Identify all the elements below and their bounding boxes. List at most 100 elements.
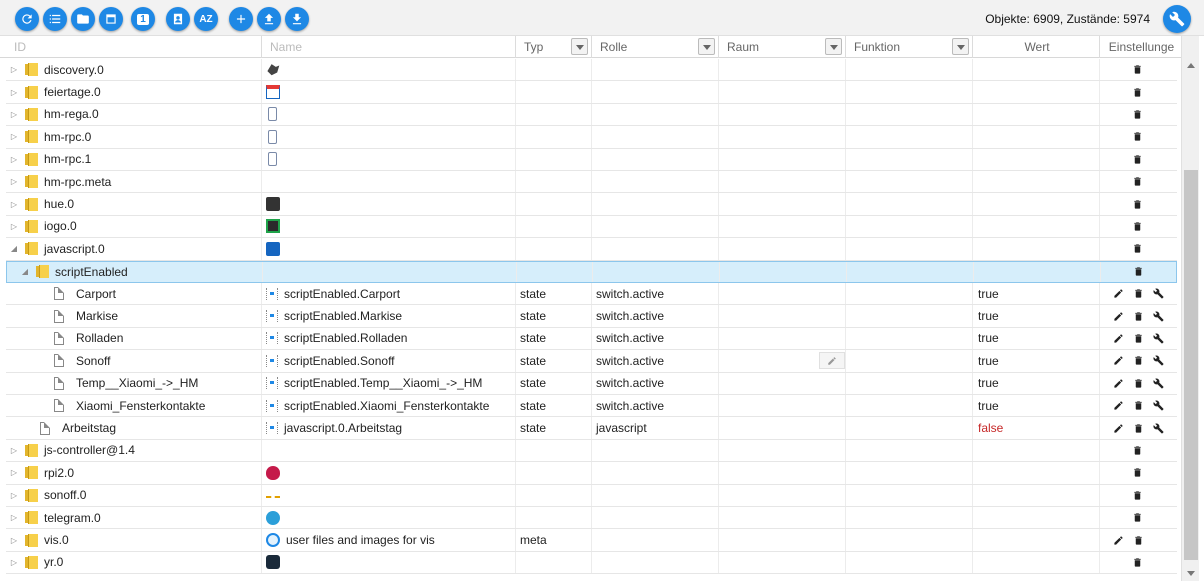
- trash-icon[interactable]: [1130, 420, 1146, 436]
- trash-icon[interactable]: [1129, 487, 1145, 503]
- tree-row-state[interactable]: Temp__Xiaomi_->_HM scriptEnabled.Temp__Xi…: [6, 372, 1177, 395]
- raum-filter[interactable]: Raum: [719, 36, 846, 58]
- expand-arrow-icon[interactable]: ▷: [10, 177, 18, 186]
- tree-row-folder[interactable]: ◢ javascript.0: [6, 238, 1177, 261]
- add-button[interactable]: [229, 7, 253, 31]
- tree-row-folder[interactable]: ▷ telegram.0: [6, 507, 1177, 530]
- trash-icon[interactable]: [1130, 330, 1146, 346]
- tree-row-folder[interactable]: ▷ hm-rpc.meta: [6, 171, 1177, 194]
- list-view-button[interactable]: [43, 7, 67, 31]
- expand-arrow-icon[interactable]: ▷: [10, 155, 18, 164]
- folder-view-button[interactable]: [71, 7, 95, 31]
- trash-icon[interactable]: [1129, 84, 1145, 100]
- typ-filter[interactable]: Typ: [516, 36, 592, 58]
- edit-icon[interactable]: [1110, 330, 1126, 346]
- chevron-down-icon[interactable]: [952, 38, 969, 55]
- tree-row-folder[interactable]: ▷ vis.0 user files and images for vis meta: [6, 529, 1177, 552]
- edit-icon[interactable]: [1110, 286, 1126, 302]
- tree-row-folder[interactable]: ▷ feiertage.0: [6, 81, 1177, 104]
- trash-icon[interactable]: [1130, 375, 1146, 391]
- expand-arrow-icon[interactable]: ▷: [10, 88, 18, 97]
- expand-arrow-icon[interactable]: ▷: [10, 200, 18, 209]
- trash-icon[interactable]: [1129, 151, 1145, 167]
- expand-arrow-icon[interactable]: ▷: [10, 222, 18, 231]
- tree-row-state[interactable]: Sonoff scriptEnabled.Sonoff state switch.ac…: [6, 350, 1177, 373]
- wrench-icon[interactable]: [1150, 330, 1166, 346]
- trash-icon[interactable]: [1130, 398, 1146, 414]
- contacts-button[interactable]: [166, 7, 190, 31]
- collapse-arrow-icon[interactable]: ◢: [10, 244, 18, 253]
- tree-row-state[interactable]: Arbeitstag javascript.0.Arbeitstag state ja…: [6, 417, 1177, 440]
- scroll-down-icon[interactable]: [1187, 571, 1195, 576]
- trash-icon[interactable]: [1129, 554, 1145, 570]
- chevron-down-icon[interactable]: [825, 38, 842, 55]
- tree-row-state[interactable]: Markise scriptEnabled.Markise state switch.…: [6, 305, 1177, 328]
- tree-row-folder[interactable]: ▷ yr.0: [6, 551, 1177, 575]
- trash-icon[interactable]: [1129, 106, 1145, 122]
- tree-row-state[interactable]: Rolladen scriptEnabled.Rolladen state switc…: [6, 327, 1177, 351]
- wrench-icon[interactable]: [1150, 375, 1166, 391]
- vertical-scrollbar[interactable]: [1181, 36, 1199, 581]
- level-one-button[interactable]: 1: [131, 7, 155, 31]
- expand-arrow-icon[interactable]: ▷: [10, 65, 18, 74]
- trash-icon[interactable]: [1129, 62, 1145, 78]
- settings-button[interactable]: [1163, 5, 1191, 33]
- wrench-icon[interactable]: [1150, 308, 1166, 324]
- chevron-down-icon[interactable]: [698, 38, 715, 55]
- tree-row-state[interactable]: Carport scriptEnabled.Carport state switch.…: [6, 283, 1177, 306]
- edit-icon[interactable]: [1110, 532, 1126, 548]
- scroll-up-icon[interactable]: [1187, 63, 1195, 68]
- rolle-filter[interactable]: Rolle: [592, 36, 719, 58]
- tree-row-folder[interactable]: ▷ hm-rpc.1: [6, 148, 1177, 171]
- name-filter[interactable]: Name: [262, 36, 516, 58]
- upload-button[interactable]: [257, 7, 281, 31]
- scrollbar-thumb[interactable]: [1184, 170, 1198, 560]
- trash-icon[interactable]: [1129, 174, 1145, 190]
- expand-arrow-icon[interactable]: ▷: [10, 468, 18, 477]
- edit-icon[interactable]: [1110, 375, 1126, 391]
- trash-icon[interactable]: [1129, 129, 1145, 145]
- trash-icon[interactable]: [1129, 442, 1145, 458]
- expand-arrow-icon[interactable]: ▷: [10, 513, 18, 522]
- tree-row-state[interactable]: Xiaomi_Fensterkontakte scriptEnabled.Xiao…: [6, 395, 1177, 418]
- edit-icon[interactable]: [1110, 398, 1126, 414]
- id-filter[interactable]: ID: [6, 36, 262, 58]
- trash-icon[interactable]: [1129, 196, 1145, 212]
- tree-row-folder[interactable]: ▷ discovery.0: [6, 59, 1177, 82]
- tree-row-folder[interactable]: ▷ hm-rpc.0: [6, 126, 1177, 149]
- window-view-button[interactable]: [99, 7, 123, 31]
- expand-arrow-icon[interactable]: ▷: [10, 536, 18, 545]
- trash-icon[interactable]: [1130, 264, 1146, 280]
- trash-icon[interactable]: [1130, 308, 1146, 324]
- refresh-button[interactable]: [15, 7, 39, 31]
- expand-arrow-icon[interactable]: ▷: [10, 558, 18, 567]
- chevron-down-icon[interactable]: [571, 38, 588, 55]
- wrench-icon[interactable]: [1150, 286, 1166, 302]
- edit-icon[interactable]: [1110, 308, 1126, 324]
- expand-arrow-icon[interactable]: ▷: [10, 491, 18, 500]
- trash-icon[interactable]: [1130, 286, 1146, 302]
- sort-az-button[interactable]: AZ: [194, 7, 218, 31]
- expand-arrow-icon[interactable]: ▷: [10, 446, 18, 455]
- wrench-icon[interactable]: [1150, 420, 1166, 436]
- tree-row-folder[interactable]: ▷ sonoff.0: [6, 484, 1177, 507]
- download-button[interactable]: [285, 7, 309, 31]
- trash-icon[interactable]: [1129, 465, 1145, 481]
- trash-icon[interactable]: [1129, 218, 1145, 234]
- tree-row-folder[interactable]: ▷ rpi2.0: [6, 462, 1177, 485]
- tree-row-folder[interactable]: ▷ iogo.0: [6, 215, 1177, 239]
- collapse-arrow-icon[interactable]: ◢: [21, 267, 29, 276]
- trash-icon[interactable]: [1129, 510, 1145, 526]
- trash-icon[interactable]: [1130, 532, 1146, 548]
- edit-icon[interactable]: [1110, 353, 1126, 369]
- trash-icon[interactable]: [1129, 241, 1145, 257]
- tree-row-folder[interactable]: ▷ hue.0: [6, 193, 1177, 216]
- wrench-icon[interactable]: [1150, 398, 1166, 414]
- wrench-icon[interactable]: [1150, 353, 1166, 369]
- expand-arrow-icon[interactable]: ▷: [10, 132, 18, 141]
- tree-row-folder[interactable]: ▷ js-controller@1.4: [6, 439, 1177, 463]
- expand-arrow-icon[interactable]: ▷: [10, 110, 18, 119]
- edit-icon[interactable]: [1110, 420, 1126, 436]
- trash-icon[interactable]: [1130, 353, 1146, 369]
- tree-row-folder[interactable]: ◢ scriptEnabled: [6, 260, 1177, 283]
